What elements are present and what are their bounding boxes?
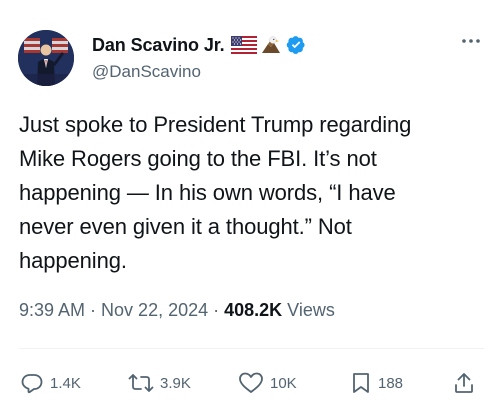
views-count: 408.2K [224, 300, 283, 320]
tweet-time[interactable]: 9:39 AM [19, 300, 85, 321]
meta-separator: · [90, 300, 97, 320]
heart-icon [239, 372, 263, 393]
tweet-date[interactable]: Nov 22, 2024 [101, 300, 208, 321]
reply-icon [21, 374, 43, 394]
bookmark-count: 188 [378, 374, 404, 392]
share-button[interactable] [452, 368, 476, 398]
reply-count: 1.4K [50, 374, 81, 392]
tweet-text-line: happening — In his own words, “I have [19, 180, 396, 205]
share-icon [455, 373, 473, 393]
like-button[interactable]: 10K [238, 368, 297, 398]
avatar[interactable] [18, 30, 74, 86]
author-name-row: Dan Scavino Jr. [92, 32, 306, 58]
tweet-meta: 9:39 AM · Nov 22, 2024 · 408.2K Views [19, 300, 335, 321]
verified-badge-icon[interactable] [286, 35, 306, 55]
us-flag-icon [230, 36, 257, 54]
tweet-text-line: happening. [19, 248, 127, 273]
tweet-text-line: never even given it a thought.” Not [19, 214, 352, 239]
bookmark-icon [353, 373, 369, 393]
repost-button[interactable]: 3.9K [128, 368, 191, 398]
like-count: 10K [270, 374, 297, 392]
repost-count: 3.9K [160, 374, 191, 392]
eagle-icon [260, 35, 282, 55]
avatar-image [18, 30, 74, 86]
divider [19, 348, 484, 349]
tweet-text-line: Mike Rogers going to the FBI. It’s not [19, 146, 377, 171]
author-handle[interactable]: @DanScavino [92, 62, 201, 82]
more-options-button[interactable] [460, 30, 482, 52]
views-label: Views [287, 300, 335, 320]
tweet-actions: 1.4K 3.9K 10K 188 [20, 368, 482, 398]
tweet-text: Just spoke to President Trump regarding … [19, 108, 481, 278]
tweet-text-line: Just spoke to President Trump regarding [19, 112, 412, 137]
more-dots-icon [462, 39, 480, 43]
repost-icon [128, 374, 154, 392]
meta-separator: · [213, 300, 220, 320]
reply-button[interactable]: 1.4K [20, 368, 81, 398]
bookmark-button[interactable]: 188 [350, 368, 403, 398]
author-display-name[interactable]: Dan Scavino Jr. [92, 35, 225, 56]
tweet-card: Dan Scavino Jr. @DanScavino Just spoke t… [0, 0, 500, 410]
